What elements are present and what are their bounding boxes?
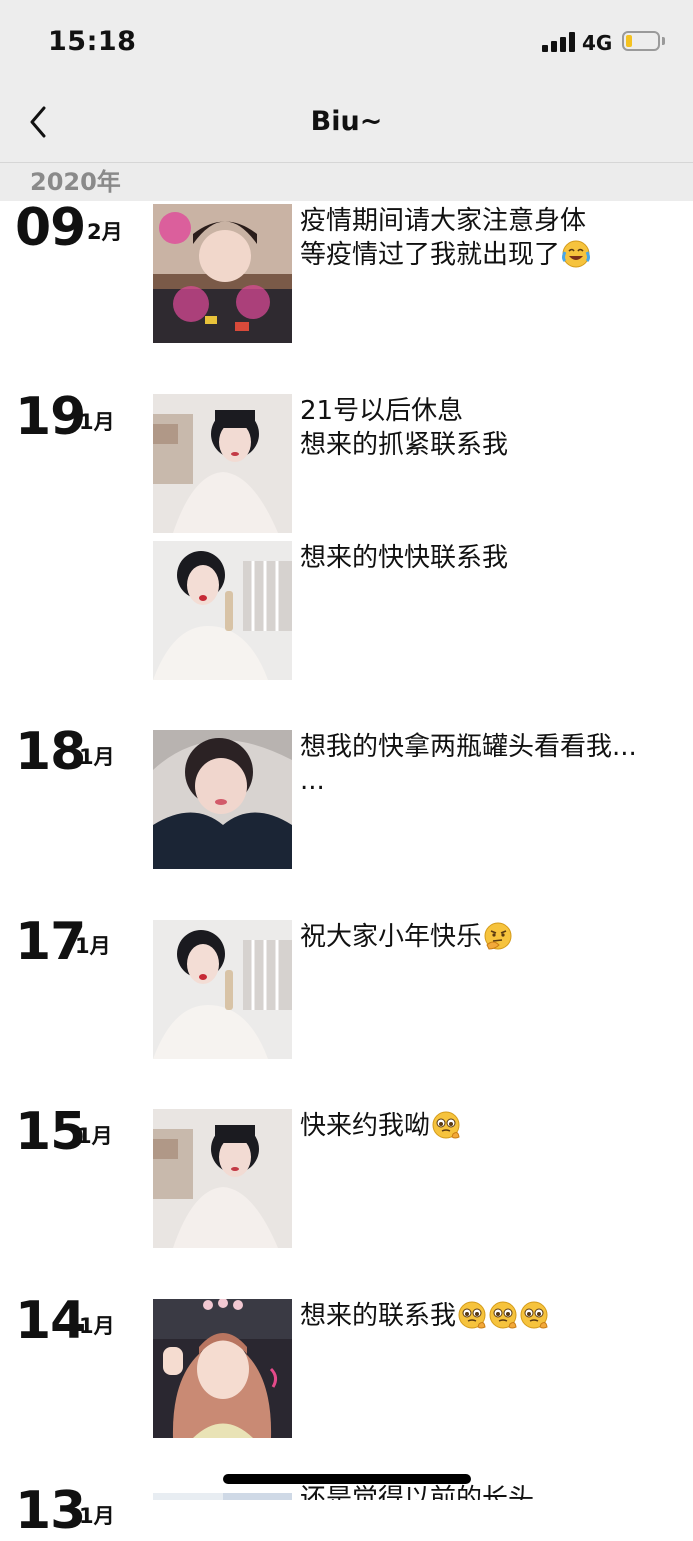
status-time: 15:18 [48,26,137,57]
year-label: 2020年 [30,168,121,196]
post-photo[interactable] [153,1299,292,1438]
post-day: 14 [15,1291,86,1351]
post-photo[interactable] [153,204,292,343]
post-photo[interactable] [153,541,292,680]
pleading-emoji-icon [458,1301,486,1329]
laughing-crying-emoji-icon [562,240,591,268]
signal-icon [542,30,576,52]
post-caption[interactable]: 快来约我呦 [300,1109,672,1143]
battery-icon [622,31,660,51]
post-photo[interactable] [153,920,292,1059]
battery-level [626,35,632,47]
post-caption-text: 还是觉得以前的长头 [300,1484,535,1500]
pleading-emoji-icon [520,1301,548,1329]
post-caption-text: 想来的快快联系我 [300,543,509,573]
post-month: 1月 [77,1124,113,1148]
network-type: 4G [582,31,613,55]
post-photo[interactable] [153,730,292,869]
post-caption[interactable]: 21号以后休息 想来的抓紧联系我 [300,394,672,462]
post-photo[interactable] [153,1489,292,1500]
post-month: 1月 [79,1314,115,1338]
post-month: 1月 [79,1504,115,1528]
pleading-emoji-icon [432,1111,460,1139]
post-photo[interactable] [153,1109,292,1248]
post-month: 1月 [75,934,111,958]
post-caption[interactable]: 想来的快快联系我 [300,541,672,575]
post-day: 09 [15,198,86,258]
post-caption[interactable]: 祝大家小年快乐 [300,920,672,954]
post-month: 1月 [79,745,115,769]
post-day: 19 [15,387,86,447]
battery-cap [662,37,665,45]
post-caption[interactable]: 想来的联系我 [300,1299,672,1333]
post-month: 2月 [87,220,123,244]
post-month: 1月 [79,410,115,434]
page-title: Biu~ [310,106,383,137]
thinking-emoji-icon [484,922,512,950]
post-day: 13 [15,1481,86,1541]
post-day: 15 [15,1102,86,1162]
post-caption[interactable]: 疫情期间请大家注意身体 等疫情过了我就出现了 [300,204,672,272]
post-photo[interactable] [153,394,292,533]
post-caption-text: 21号以后休息 想来的抓紧联系我 [300,396,509,460]
post-caption-text: 想我的快拿两瓶罐头看看我... ... [300,732,637,796]
post-caption-text: 快来约我呦 [300,1111,431,1141]
home-indicator[interactable] [223,1474,471,1484]
post-caption-text: 想来的联系我 [300,1301,457,1331]
post-caption-text: 疫情期间请大家注意身体 等疫情过了我就出现了 [300,206,587,270]
post-caption[interactable]: 还是觉得以前的长头 [300,1482,672,1500]
post-caption-text: 祝大家小年快乐 [300,922,483,952]
post-day: 18 [15,722,86,782]
post-caption[interactable]: 想我的快拿两瓶罐头看看我... ... [300,730,672,798]
pleading-emoji-icon [489,1301,517,1329]
